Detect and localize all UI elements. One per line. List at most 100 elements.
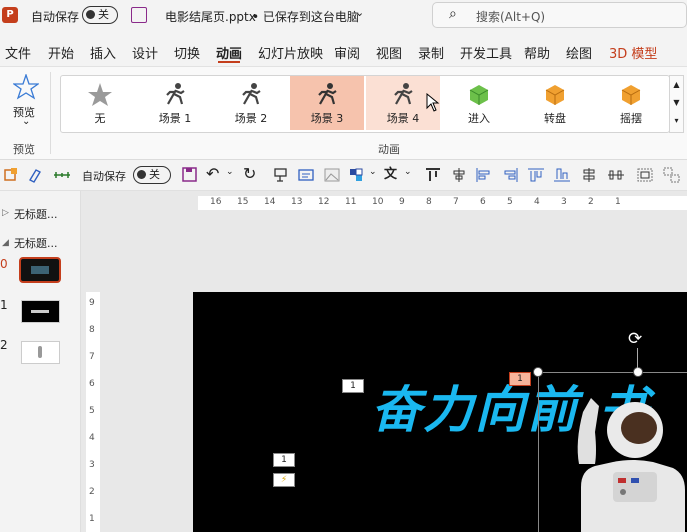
chevron-down-icon[interactable]: ⌄ — [226, 167, 234, 177]
tab-home[interactable]: 开始 — [48, 43, 74, 62]
tab-draw[interactable]: 绘图 — [566, 43, 592, 62]
group-divider — [50, 72, 51, 154]
gallery-item-scene-2[interactable]: 场景 2 — [214, 76, 288, 130]
chevron-down-icon[interactable]: ⌄ — [355, 6, 364, 19]
gallery-label: 摇摆 — [620, 112, 642, 125]
chevron-right-icon[interactable]: ▷ — [2, 208, 9, 218]
shape-select-icon[interactable] — [3, 167, 21, 183]
ungroup-icon[interactable] — [663, 167, 681, 183]
gallery-item-scene-3[interactable]: 场景 3 — [290, 76, 364, 130]
ruler-label: 16 — [210, 197, 222, 207]
autosave-label: 自动保存 — [31, 10, 80, 24]
picture-icon[interactable] — [323, 167, 341, 183]
orange-cube-icon — [545, 85, 565, 105]
animation-group-label: 动画 — [378, 143, 400, 156]
tab-insert[interactable]: 插入 — [90, 43, 116, 62]
ruler-label: 9 — [399, 197, 405, 207]
align-right-icon[interactable] — [501, 167, 519, 183]
gallery-item-scene-1[interactable]: 场景 1 — [138, 76, 212, 130]
slide-number: 1 — [0, 298, 8, 312]
tab-transitions[interactable]: 切换 — [174, 43, 200, 62]
green-cube-icon — [469, 85, 489, 105]
textbox-icon[interactable] — [297, 167, 315, 183]
slide-thumbnail[interactable] — [21, 341, 60, 364]
slide-number: 2 — [0, 338, 8, 352]
chevron-up-icon[interactable]: ▲ — [670, 76, 683, 94]
ruler-icon[interactable] — [53, 167, 71, 183]
autosave-toggle[interactable]: 关 — [82, 6, 118, 24]
text-direction-icon[interactable]: 文 — [384, 167, 402, 183]
save-status[interactable]: • 已保存到这台电脑 — [252, 8, 359, 25]
tab-file[interactable]: 文件 — [5, 43, 31, 62]
tab-record[interactable]: 录制 — [418, 43, 444, 62]
search-input[interactable]: ⌕ 搜索(Alt+Q) — [432, 2, 687, 28]
rotate-handle-icon[interactable]: ⟳ — [628, 330, 646, 348]
new-slide-icon[interactable] — [272, 167, 290, 183]
tab-view[interactable]: 视图 — [376, 43, 402, 62]
align-left-icon[interactable] — [475, 167, 493, 183]
thumbnail-content — [31, 310, 49, 313]
animation-order-tag[interactable]: 1 — [342, 379, 364, 393]
distribute-vertical-icon[interactable] — [580, 167, 598, 183]
gallery-item-turntable[interactable]: 转盘 — [518, 76, 592, 130]
ruler-label: 3 — [561, 197, 567, 207]
save-icon[interactable] — [131, 7, 147, 23]
align-top-edge-icon[interactable] — [527, 167, 545, 183]
slide-number: 0 — [0, 257, 8, 271]
rotate-handle-line — [637, 348, 638, 368]
align-top-icon[interactable] — [424, 167, 442, 183]
redo-icon[interactable]: ↻ — [243, 166, 261, 183]
align-bottom-icon[interactable] — [553, 167, 571, 183]
preview-button[interactable]: 预览 ⌄ — [6, 72, 46, 132]
tab-design[interactable]: 设计 — [132, 43, 158, 62]
gallery-item-swing[interactable]: 摇摆 — [594, 76, 668, 130]
align-center-icon[interactable] — [450, 167, 468, 183]
section-header[interactable]: 无标题... — [14, 235, 58, 251]
chevron-down-icon[interactable]: ▼ — [670, 94, 683, 112]
tab-3d-model[interactable]: 3D 模型 — [609, 43, 657, 62]
slide-canvas[interactable]: 奋力向前 书 ⟳ — [193, 292, 687, 532]
ruler-label: 1 — [89, 514, 95, 524]
thumbnail-content — [31, 266, 49, 274]
shape-fill-icon[interactable] — [348, 167, 366, 183]
tab-review[interactable]: 审阅 — [334, 43, 360, 62]
gallery-label: 进入 — [468, 112, 490, 125]
gallery-label: 场景 1 — [158, 112, 192, 125]
chevron-down-icon[interactable]: ⌄ — [369, 167, 377, 177]
gallery-item-entrance[interactable]: 进入 — [442, 76, 516, 130]
ruler-label: 15 — [237, 197, 249, 207]
chevron-down-icon[interactable]: ⌄ — [404, 167, 412, 177]
selection-handle[interactable] — [633, 367, 643, 377]
chevron-down-icon: ⌄ — [22, 116, 31, 127]
selection-handle[interactable] — [533, 367, 543, 377]
format-painter-icon[interactable] — [27, 167, 45, 183]
preview-group-label: 预览 — [13, 143, 35, 156]
active-tab-indicator — [218, 61, 240, 63]
tab-slideshow[interactable]: 幻灯片放映 — [258, 43, 323, 62]
save-icon[interactable] — [181, 167, 199, 183]
slide-thumbnail-selected[interactable] — [19, 257, 61, 283]
trigger-lightning-icon[interactable]: ⚡ — [273, 473, 295, 487]
chevron-down-icon[interactable]: ◢ — [2, 238, 9, 248]
undo-icon[interactable]: ↶ — [206, 166, 224, 183]
more-icon[interactable]: ▾ — [670, 112, 683, 130]
gallery-item-none[interactable]: 无 — [63, 76, 137, 130]
qat-autosave-toggle[interactable]: 关 — [133, 166, 171, 184]
ruler-label: 10 — [372, 197, 384, 207]
running-figure-icon — [242, 83, 261, 105]
ruler-label: 8 — [426, 197, 432, 207]
ruler-label: 13 — [291, 197, 303, 207]
gallery-label: 场景 3 — [310, 112, 344, 125]
animation-order-tag-selected[interactable]: 1 — [509, 372, 531, 386]
gallery-scroll[interactable]: ▲ ▼ ▾ — [669, 75, 684, 133]
animation-order-tag[interactable]: 1 — [273, 453, 295, 467]
tab-animations[interactable]: 动画 — [216, 43, 242, 62]
tab-developer[interactable]: 开发工具 — [460, 43, 512, 62]
selection-box[interactable] — [538, 372, 687, 532]
group-icon[interactable] — [636, 167, 654, 183]
ruler-label: 2 — [588, 197, 594, 207]
slide-thumbnail[interactable] — [21, 300, 60, 323]
tab-help[interactable]: 帮助 — [524, 43, 550, 62]
section-header[interactable]: 无标题... — [14, 206, 58, 222]
distribute-horizontal-icon[interactable] — [607, 167, 625, 183]
